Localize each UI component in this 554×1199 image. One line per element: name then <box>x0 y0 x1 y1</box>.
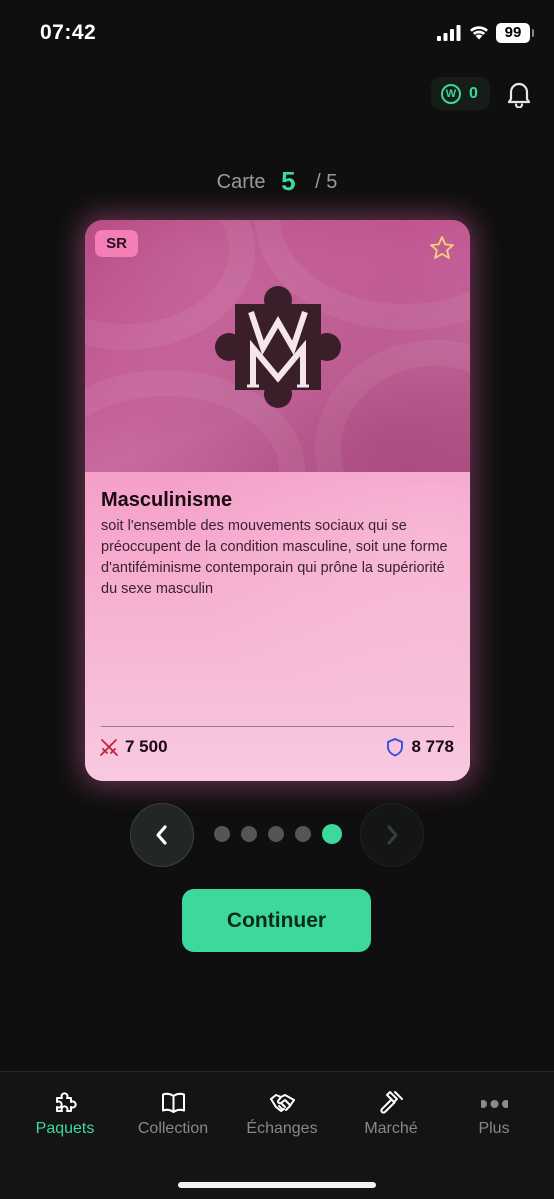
signal-icon <box>437 25 461 41</box>
more-icon <box>481 1100 508 1108</box>
battery-indicator: 99 <box>496 23 534 43</box>
tab-label: Plus <box>478 1120 510 1137</box>
defense-stat: 8 778 <box>385 734 454 760</box>
tab-plus[interactable]: Plus <box>439 1072 549 1152</box>
tab-label: Paquets <box>35 1120 95 1137</box>
tab-label: Marché <box>364 1120 418 1137</box>
crossed-swords-icon <box>100 739 118 756</box>
shield-icon <box>387 738 404 757</box>
tab-bar: Paquets Collection Échanges Marché Plus <box>0 1071 554 1199</box>
rarity-badge: SR <box>95 230 138 257</box>
tab-label: Échanges <box>246 1120 318 1137</box>
gavel-icon <box>380 1091 403 1114</box>
card-body: Masculinisme soit l'ensemble des mouveme… <box>85 472 470 781</box>
status-bar: 07:42 99 <box>0 0 554 64</box>
page-dot[interactable] <box>268 826 284 842</box>
page-indicator <box>214 824 342 844</box>
star-icon[interactable] <box>428 234 456 262</box>
chevron-left-icon <box>156 825 167 845</box>
page-dot-active[interactable] <box>322 824 342 844</box>
defense-value: 8 778 <box>411 737 454 756</box>
attack-value: 7 500 <box>125 737 168 756</box>
status-time: 07:42 <box>40 21 97 44</box>
card-description: soit l'ensemble des mouvements sociaux q… <box>101 518 448 597</box>
tab-collection[interactable]: Collection <box>118 1072 228 1152</box>
card-logo-image <box>215 286 341 408</box>
tab-paquets[interactable]: Paquets <box>10 1072 120 1152</box>
coin-count: 0 <box>469 84 478 102</box>
wifi-icon <box>470 26 488 40</box>
page-dot[interactable] <box>214 826 230 842</box>
book-icon <box>162 1092 185 1113</box>
tab-label: Collection <box>137 1120 209 1137</box>
tab-marche[interactable]: Marché <box>336 1072 446 1152</box>
handshake-icon <box>270 1094 295 1112</box>
next-card-button[interactable] <box>360 803 424 867</box>
card-counter: Carte 5 / 5 <box>0 164 554 196</box>
coin-icon: W <box>441 83 461 104</box>
card-art: SR <box>85 220 470 570</box>
continue-button[interactable]: Continuer <box>182 889 371 952</box>
previous-card-button[interactable] <box>130 803 194 867</box>
counter-label: Carte <box>216 171 266 193</box>
counter-total: / 5 <box>315 171 338 193</box>
page-dot[interactable] <box>295 826 311 842</box>
card-divider <box>101 726 454 727</box>
chevron-right-icon <box>387 825 398 845</box>
bell-icon[interactable] <box>506 80 532 108</box>
counter-current: 5 <box>281 166 296 196</box>
coin-balance[interactable]: W 0 <box>431 77 490 110</box>
page-dot[interactable] <box>241 826 257 842</box>
attack-stat: 7 500 <box>99 734 168 760</box>
home-indicator <box>178 1182 376 1188</box>
card-name: Masculinisme <box>101 489 233 511</box>
puzzle-icon <box>56 1092 77 1112</box>
card[interactable]: SR Masculinisme soit l'ensemble des mouv… <box>85 220 470 781</box>
tab-echanges[interactable]: Échanges <box>227 1072 337 1152</box>
